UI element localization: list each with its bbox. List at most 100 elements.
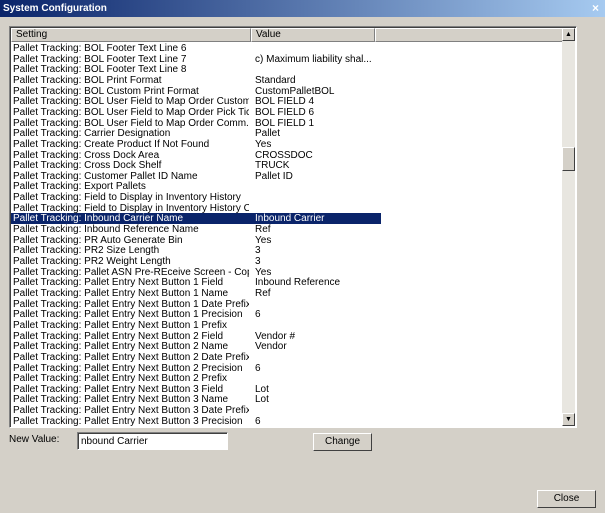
value-cell: Lot bbox=[255, 394, 269, 406]
value-cell bbox=[255, 203, 379, 214]
table-row[interactable]: Pallet Tracking: Inbound Reference Name R… bbox=[11, 224, 381, 235]
list-rows: Pallet Tracking: BOL Footer Text Line 6P… bbox=[11, 43, 564, 427]
value-cell: c) Maximum liability shal... bbox=[255, 53, 372, 65]
table-row[interactable]: Pallet Tracking: BOL Custom Print Format… bbox=[11, 86, 381, 97]
column-header-setting[interactable]: Setting bbox=[11, 28, 251, 42]
setting-cell: Pallet Tracking: Pallet Entry Next Butto… bbox=[13, 415, 243, 427]
value-cell: TRUCK bbox=[255, 160, 290, 172]
setting-cell: Pallet Tracking: BOL Footer Text Line 8 bbox=[13, 64, 187, 76]
setting-cell: Pallet Tracking: Pallet Entry Next Butto… bbox=[13, 330, 224, 342]
value-cell: BOL FIELD 6 bbox=[255, 106, 315, 118]
table-row[interactable]: Pallet Tracking: Cross Dock Shelf TRUCK bbox=[11, 160, 381, 171]
table-row[interactable]: Pallet Tracking: BOL Footer Text Line 6 bbox=[11, 43, 381, 54]
setting-cell: Pallet Tracking: Inbound Carrier Name bbox=[13, 213, 184, 225]
table-row[interactable]: Pallet Tracking: Pallet Entry Next Butto… bbox=[11, 299, 381, 310]
value-cell bbox=[255, 405, 379, 416]
table-row[interactable]: Pallet Tracking: Pallet Entry Next Butto… bbox=[11, 277, 381, 288]
setting-cell: Pallet Tracking: Pallet Entry Next Butto… bbox=[13, 277, 224, 289]
scroll-down-icon[interactable]: ▼ bbox=[562, 413, 575, 426]
setting-cell: Pallet Tracking: Pallet Entry Next Butto… bbox=[13, 383, 224, 395]
setting-cell: Pallet Tracking: Pallet Entry Next Butto… bbox=[13, 341, 229, 353]
value-cell: 6 bbox=[255, 309, 261, 321]
value-cell: Ref bbox=[255, 224, 271, 236]
table-row[interactable]: Pallet Tracking: Customer Pallet ID Name… bbox=[11, 171, 381, 182]
setting-cell: Pallet Tracking: BOL Custom Print Format bbox=[13, 85, 199, 97]
value-cell: BOL FIELD 1 bbox=[255, 117, 315, 129]
table-row[interactable]: Pallet Tracking: BOL Footer Text Line 7 c… bbox=[11, 54, 381, 65]
setting-cell: Pallet Tracking: Pallet ASN Pre-REceive … bbox=[13, 266, 249, 278]
value-cell bbox=[255, 64, 379, 75]
table-row[interactable]: Pallet Tracking: BOL User Field to Map O… bbox=[11, 107, 381, 118]
new-value-label: New Value: bbox=[9, 434, 60, 445]
table-row[interactable]: Pallet Tracking: Export Pallets bbox=[11, 181, 381, 192]
scroll-up-icon[interactable]: ▲ bbox=[562, 28, 575, 41]
setting-cell: Pallet Tracking: Pallet Entry Next Butto… bbox=[13, 351, 249, 363]
value-cell: Lot bbox=[255, 383, 269, 395]
table-row[interactable]: Pallet Tracking: Pallet Entry Next Butto… bbox=[11, 394, 381, 405]
close-icon[interactable]: × bbox=[589, 2, 602, 14]
table-row[interactable]: Pallet Tracking: Pallet Entry Next Butto… bbox=[11, 373, 381, 384]
column-header-empty[interactable] bbox=[375, 28, 564, 42]
table-row[interactable]: Pallet Tracking: PR2 Weight Length 3 bbox=[11, 256, 381, 267]
setting-cell: Pallet Tracking: BOL User Field to Map O… bbox=[13, 117, 249, 129]
setting-cell: Pallet Tracking: Cross Dock Area bbox=[13, 149, 160, 161]
table-row[interactable]: Pallet Tracking: Pallet Entry Next Butto… bbox=[11, 341, 381, 352]
value-cell bbox=[255, 299, 379, 310]
table-row[interactable]: Pallet Tracking: BOL Print Format Standar… bbox=[11, 75, 381, 86]
setting-cell: Pallet Tracking: BOL User Field to Map O… bbox=[13, 106, 249, 118]
value-cell bbox=[255, 352, 379, 363]
table-row[interactable]: Pallet Tracking: Field to Display in Inv… bbox=[11, 192, 381, 203]
value-cell bbox=[255, 43, 379, 54]
table-row[interactable]: Pallet Tracking: Create Product If Not F… bbox=[11, 139, 381, 150]
table-row[interactable]: Pallet Tracking: Pallet Entry Next Butto… bbox=[11, 352, 381, 363]
table-row[interactable]: Pallet Tracking: Pallet Entry Next Butto… bbox=[11, 405, 381, 416]
table-row[interactable]: Pallet Tracking: Pallet Entry Next Butto… bbox=[11, 309, 381, 320]
table-row[interactable]: Pallet Tracking: Cross Dock Area CROSSDOC bbox=[11, 150, 381, 161]
table-row[interactable]: Pallet Tracking: Carrier Designation Pall… bbox=[11, 128, 381, 139]
table-row[interactable]: Pallet Tracking: BOL User Field to Map O… bbox=[11, 118, 381, 129]
value-cell: 3 bbox=[255, 256, 261, 267]
setting-cell: Pallet Tracking: Export Pallets bbox=[13, 181, 146, 193]
setting-cell: Pallet Tracking: Cross Dock Shelf bbox=[13, 160, 162, 172]
value-cell: 6 bbox=[255, 362, 261, 374]
settings-list[interactable]: Setting Value Pallet Tracking: BOL Foote… bbox=[9, 26, 577, 428]
value-cell: CustomPalletBOL bbox=[255, 85, 335, 97]
close-button[interactable]: Close bbox=[537, 490, 596, 508]
table-row[interactable]: Pallet Tracking: BOL Footer Text Line 8 bbox=[11, 64, 381, 75]
value-cell: Yes bbox=[255, 138, 272, 150]
setting-cell: Pallet Tracking: Field to Display in Inv… bbox=[13, 192, 241, 204]
value-cell: 6 bbox=[255, 415, 261, 427]
table-row[interactable]: Pallet Tracking: Pallet Entry Next Butto… bbox=[11, 384, 381, 395]
table-row[interactable]: Pallet Tracking: Field to Display in Inv… bbox=[11, 203, 381, 214]
scroll-thumb[interactable] bbox=[562, 147, 575, 171]
setting-cell: Pallet Tracking: PR Auto Generate Bin bbox=[13, 234, 183, 246]
setting-cell: Pallet Tracking: Field to Display in Inv… bbox=[13, 202, 249, 214]
value-cell bbox=[255, 181, 379, 192]
new-value-input[interactable] bbox=[77, 432, 228, 450]
table-row[interactable]: Pallet Tracking: Pallet Entry Next Butto… bbox=[11, 363, 381, 374]
table-row[interactable]: Pallet Tracking: Pallet Entry Next Butto… bbox=[11, 320, 381, 331]
table-row[interactable]: Pallet Tracking: Pallet ASN Pre-REceive … bbox=[11, 267, 381, 278]
table-row[interactable]: Pallet Tracking: BOL User Field to Map O… bbox=[11, 96, 381, 107]
setting-cell: Pallet Tracking: Pallet Entry Next Butto… bbox=[13, 405, 249, 417]
setting-cell: Pallet Tracking: Pallet Entry Next Butto… bbox=[13, 394, 229, 406]
table-row[interactable]: Pallet Tracking: Pallet Entry Next Butto… bbox=[11, 416, 381, 427]
setting-cell: Pallet Tracking: Carrier Designation bbox=[13, 128, 171, 140]
table-row[interactable]: Pallet Tracking: Pallet Entry Next Butto… bbox=[11, 288, 381, 299]
setting-cell: Pallet Tracking: Inbound Reference Name bbox=[13, 224, 199, 236]
change-button[interactable]: Change bbox=[313, 433, 372, 451]
table-row[interactable]: Pallet Tracking: Inbound Carrier Name Inb… bbox=[11, 213, 381, 225]
value-cell bbox=[255, 320, 379, 331]
window-title: System Configuration bbox=[3, 3, 107, 14]
table-row[interactable]: Pallet Tracking: Pallet Entry Next Butto… bbox=[11, 331, 381, 342]
value-cell: CROSSDOC bbox=[255, 149, 313, 161]
value-cell: Standard bbox=[255, 74, 296, 86]
value-cell: Vendor bbox=[255, 341, 287, 353]
vertical-scrollbar[interactable]: ▲ ▼ bbox=[562, 28, 575, 426]
column-header-value[interactable]: Value bbox=[251, 28, 375, 42]
setting-cell: Pallet Tracking: Pallet Entry Next Butto… bbox=[13, 319, 227, 331]
table-row[interactable]: Pallet Tracking: PR Auto Generate Bin Yes bbox=[11, 235, 381, 246]
setting-cell: Pallet Tracking: Pallet Entry Next Butto… bbox=[13, 362, 243, 374]
value-cell: Yes bbox=[255, 234, 272, 246]
table-row[interactable]: Pallet Tracking: PR2 Size Length 3 bbox=[11, 245, 381, 256]
